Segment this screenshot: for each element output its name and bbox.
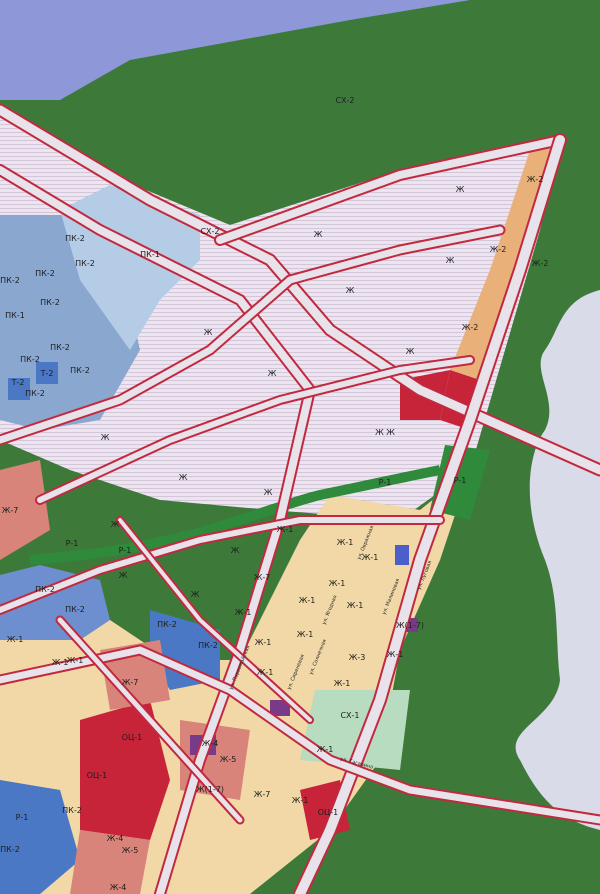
label-r1-d: Р-1 [454, 476, 467, 485]
label-zh5-b: Ж-5 [122, 846, 139, 855]
label-zh1-e: Ж-1 [299, 596, 316, 605]
label-zh-g: Ж Ж [375, 428, 395, 437]
label-zh5-a: Ж-5 [220, 755, 237, 764]
label-zh-o: Ж [191, 590, 200, 599]
label-zh3: Ж-3 [349, 653, 366, 662]
label-zh-h: Ж [268, 369, 277, 378]
label-zh-i: Ж [101, 433, 110, 442]
label-oc1-c: ОЦ-1 [318, 808, 338, 817]
label-pk1-left: ПК-1 [5, 311, 25, 320]
label-sx2-top: СХ-2 [335, 96, 354, 105]
label-pk2-d: ПК-2 [0, 276, 20, 285]
label-zh2-c: Ж-2 [532, 259, 549, 268]
label-pk2-j: ПК-2 [35, 585, 55, 594]
label-pk2-g: ПК-2 [20, 355, 40, 364]
label-pk2-h: ПК-2 [70, 366, 90, 375]
label-pk2-c: ПК-2 [35, 269, 55, 278]
label-zh4-b: Ж-4 [107, 834, 124, 843]
label-zh7-a: Ж-7 [2, 506, 19, 515]
label-zh-j: Ж [179, 473, 188, 482]
label-zh-k: Ж [264, 488, 273, 497]
label-pk2-f: ПК-2 [50, 343, 70, 352]
label-zh1-p: Ж-1 [317, 745, 334, 754]
label-zh7-b: Ж-7 [254, 573, 271, 582]
label-zh-f: Ж [406, 347, 415, 356]
label-zh1-j: Ж-1 [387, 650, 404, 659]
label-zh2-d: Ж-2 [462, 323, 479, 332]
label-zh-m: Ж [231, 546, 240, 555]
label-zh1-7-b: Ж(1-7) [196, 785, 224, 794]
label-zh7-c: Ж-7 [122, 678, 139, 687]
label-pk2-i: ПК-2 [25, 389, 45, 398]
label-pk1: ПК-1 [140, 250, 160, 259]
blue-parcel-1 [395, 545, 409, 565]
label-r1-a: Р-1 [379, 478, 392, 487]
zoning-map: СХ-2 СХ-2 ПК-1 ПК-2 ПК-2 ПК-2 ПК-2 ПК-2 … [0, 0, 600, 894]
label-zh1-m: Ж-1 [7, 635, 24, 644]
label-zh-e: Ж [204, 328, 213, 337]
label-pk2-o: ПК-2 [0, 845, 20, 854]
label-zh-l: Ж [111, 520, 120, 529]
label-pk2-n: ПК-2 [62, 806, 82, 815]
label-r1-c: Р-1 [66, 539, 79, 548]
label-zh1-l: Ж-1 [334, 679, 351, 688]
label-zh7-d: Ж-7 [254, 790, 271, 799]
label-zh-n: Ж [119, 571, 128, 580]
label-zh1-7-a: Ж(1-7) [396, 621, 424, 630]
label-zh1-i: Ж-1 [255, 638, 272, 647]
label-sx1: СХ-1 [340, 711, 359, 720]
label-pk2-l: ПК-2 [157, 620, 177, 629]
label-zh-d: Ж [346, 286, 355, 295]
label-pk2-a: ПК-2 [65, 234, 85, 243]
label-zh1-k: Ж-1 [257, 668, 274, 677]
label-pk2-m: ПК-2 [198, 641, 218, 650]
label-zh4-a: Ж-4 [202, 739, 219, 748]
label-pk2-b: ПК-2 [75, 259, 95, 268]
label-zh1-h: Ж-1 [297, 630, 314, 639]
label-sx2-road: СХ-2 [200, 227, 219, 236]
label-t2-a: Т-2 [11, 378, 25, 387]
label-zh1-f: Ж-1 [347, 601, 364, 610]
label-zh-b: Ж [314, 230, 323, 239]
label-pk2-e: ПК-2 [40, 298, 60, 307]
label-r1-e: Р-1 [16, 813, 29, 822]
label-zh4-c: Ж-4 [110, 883, 127, 892]
label-zh2-b: Ж-2 [490, 245, 507, 254]
label-zh-a: Ж [456, 185, 465, 194]
label-zh1-q: Ж-1 [292, 796, 309, 805]
label-zh1-d: Ж-1 [329, 579, 346, 588]
label-zh1-g: Ж-1 [235, 608, 252, 617]
label-zh-c: Ж [446, 256, 455, 265]
label-zh1-b: Ж-1 [337, 538, 354, 547]
label-t2-b: Т-2 [40, 369, 54, 378]
label-r1-b: Р-1 [119, 546, 132, 555]
label-pk2-k: ПК-2 [65, 605, 85, 614]
label-zh1-a: Ж-1 [277, 525, 294, 534]
label-zh1-o: Ж-1 [67, 656, 84, 665]
label-oc1-a: ОЦ-1 [122, 733, 142, 742]
label-oc1-b: ОЦ-1 [87, 771, 107, 780]
label-zh2-a: Ж-2 [527, 175, 544, 184]
